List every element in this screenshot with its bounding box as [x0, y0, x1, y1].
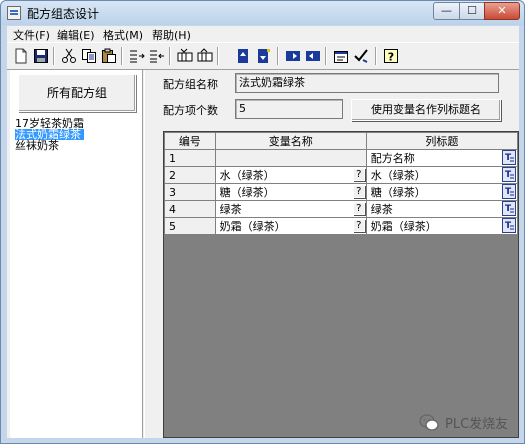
table-row: 3 糖（绿茶）? 糖（绿茶） T	[164, 183, 519, 201]
move-left-icon[interactable]	[305, 48, 321, 64]
header-variable-name[interactable]: 变量名称	[214, 132, 367, 150]
variable-pick-button[interactable]: ?	[352, 168, 365, 181]
properties-icon[interactable]	[333, 48, 349, 64]
new-file-icon[interactable]	[13, 48, 29, 64]
wechat-logo-icon	[419, 413, 439, 431]
recipe-grid-area: 编号 变量名称 列标题 1 配方名称 T 2 水（绿茶）? 水（绿茶） T 3 …	[163, 131, 519, 438]
variable-cell[interactable]: 绿茶?	[214, 200, 367, 218]
column-title-cell[interactable]: 糖（绿茶） T	[365, 183, 519, 201]
all-groups-button[interactable]: 所有配方组	[18, 74, 136, 112]
menu-format[interactable]: 格式(M)	[103, 27, 143, 43]
cut-icon[interactable]	[61, 48, 77, 64]
font-picker-icon[interactable]: T	[502, 201, 516, 216]
svg-text:?: ?	[388, 51, 394, 64]
toolbar-separator	[277, 47, 279, 65]
table-row: 2 水（绿茶）? 水（绿茶） T	[164, 166, 519, 184]
recipe-group-panel: 所有配方组 17岁轻茶奶霜 法式奶霜绿茶 丝袜奶茶	[10, 70, 143, 438]
move-down-icon[interactable]	[255, 48, 271, 64]
variable-cell[interactable]: 水（绿茶）?	[214, 166, 367, 184]
row-number: 4	[164, 200, 216, 218]
row-number: 1	[164, 149, 216, 167]
variable-cell	[214, 149, 367, 167]
menu-edit[interactable]: 编辑(E)	[57, 27, 95, 43]
watermark: PLC发烧友	[419, 413, 508, 432]
toolbar-separator	[325, 47, 327, 65]
font-picker-icon[interactable]: T	[502, 150, 516, 165]
move-right-icon[interactable]	[285, 48, 301, 64]
close-button[interactable]: ✕	[484, 2, 520, 20]
help-icon[interactable]: ?	[383, 48, 399, 64]
row-number: 2	[164, 166, 216, 184]
row-number: 3	[164, 183, 216, 201]
menu-bar: 文件(F) 编辑(E) 格式(M) 帮助(H)	[7, 26, 519, 42]
menu-help[interactable]: 帮助(H)	[152, 27, 191, 43]
maximize-button[interactable]: ☐	[459, 2, 485, 20]
insert-row-icon[interactable]	[129, 48, 145, 64]
table-row: 5 奶霜（绿茶）? 奶霜（绿茶） T	[164, 217, 519, 235]
title-bar[interactable]: 配方组态设计 — ☐ ✕	[1, 1, 524, 25]
font-picker-icon[interactable]: T	[502, 184, 516, 199]
font-picker-icon[interactable]: T	[502, 167, 516, 182]
recipe-config-window: 配方组态设计 — ☐ ✕ 文件(F) 编辑(E) 格式(M) 帮助(H) ? 所…	[0, 0, 525, 444]
insert-column-icon[interactable]	[177, 48, 193, 64]
table-row: 4 绿茶? 绿茶 T	[164, 200, 519, 218]
column-title-cell[interactable]: 奶霜（绿茶） T	[365, 217, 519, 235]
delete-row-icon[interactable]	[149, 48, 165, 64]
column-title-cell[interactable]: 绿茶 T	[365, 200, 519, 218]
variable-pick-button[interactable]: ?	[352, 202, 365, 215]
watermark-text: PLC发烧友	[445, 417, 509, 432]
variable-cell[interactable]: 糖（绿茶）?	[214, 183, 367, 201]
variable-pick-button[interactable]: ?	[352, 185, 365, 198]
recipe-grid: 编号 变量名称 列标题 1 配方名称 T 2 水（绿茶）? 水（绿茶） T 3 …	[164, 132, 519, 235]
variable-cell[interactable]: 奶霜（绿茶）?	[214, 217, 367, 235]
table-row: 1 配方名称 T	[164, 149, 519, 167]
copy-icon[interactable]	[81, 48, 97, 64]
variable-pick-button[interactable]: ?	[352, 219, 365, 232]
item-count-field[interactable]: 5	[235, 99, 343, 119]
delete-column-icon[interactable]	[197, 48, 213, 64]
toolbar-separator	[169, 47, 171, 65]
check-icon[interactable]	[353, 48, 369, 64]
app-icon	[7, 6, 21, 20]
minimize-button[interactable]: —	[433, 2, 460, 20]
panel-splitter[interactable]	[144, 70, 150, 438]
list-item[interactable]: 丝袜奶茶	[15, 140, 84, 151]
paste-icon[interactable]	[101, 48, 117, 64]
row-number: 5	[164, 217, 216, 235]
toolbar-separator	[375, 47, 377, 65]
save-icon[interactable]	[33, 48, 49, 64]
toolbar-separator	[217, 47, 219, 65]
group-name-field[interactable]: 法式奶霜绿茶	[235, 73, 499, 93]
header-number[interactable]: 编号	[164, 132, 216, 150]
group-name-label: 配方组名称	[163, 78, 218, 91]
toolbar: ?	[7, 42, 519, 70]
header-column-title[interactable]: 列标题	[365, 132, 519, 150]
recipe-group-list: 17岁轻茶奶霜 法式奶霜绿茶 丝袜奶茶	[15, 118, 84, 151]
column-title-cell[interactable]: 配方名称 T	[365, 149, 519, 167]
use-var-as-title-button[interactable]: 使用变量名作列标题名	[351, 99, 501, 121]
toolbar-separator	[53, 47, 55, 65]
column-title-cell[interactable]: 水（绿茶） T	[365, 166, 519, 184]
window-title: 配方组态设计	[27, 7, 100, 21]
font-picker-icon[interactable]: T	[502, 218, 516, 233]
move-up-icon[interactable]	[235, 48, 251, 64]
item-count-label: 配方项个数	[163, 104, 218, 117]
menu-file[interactable]: 文件(F)	[13, 27, 50, 43]
toolbar-separator	[121, 47, 123, 65]
